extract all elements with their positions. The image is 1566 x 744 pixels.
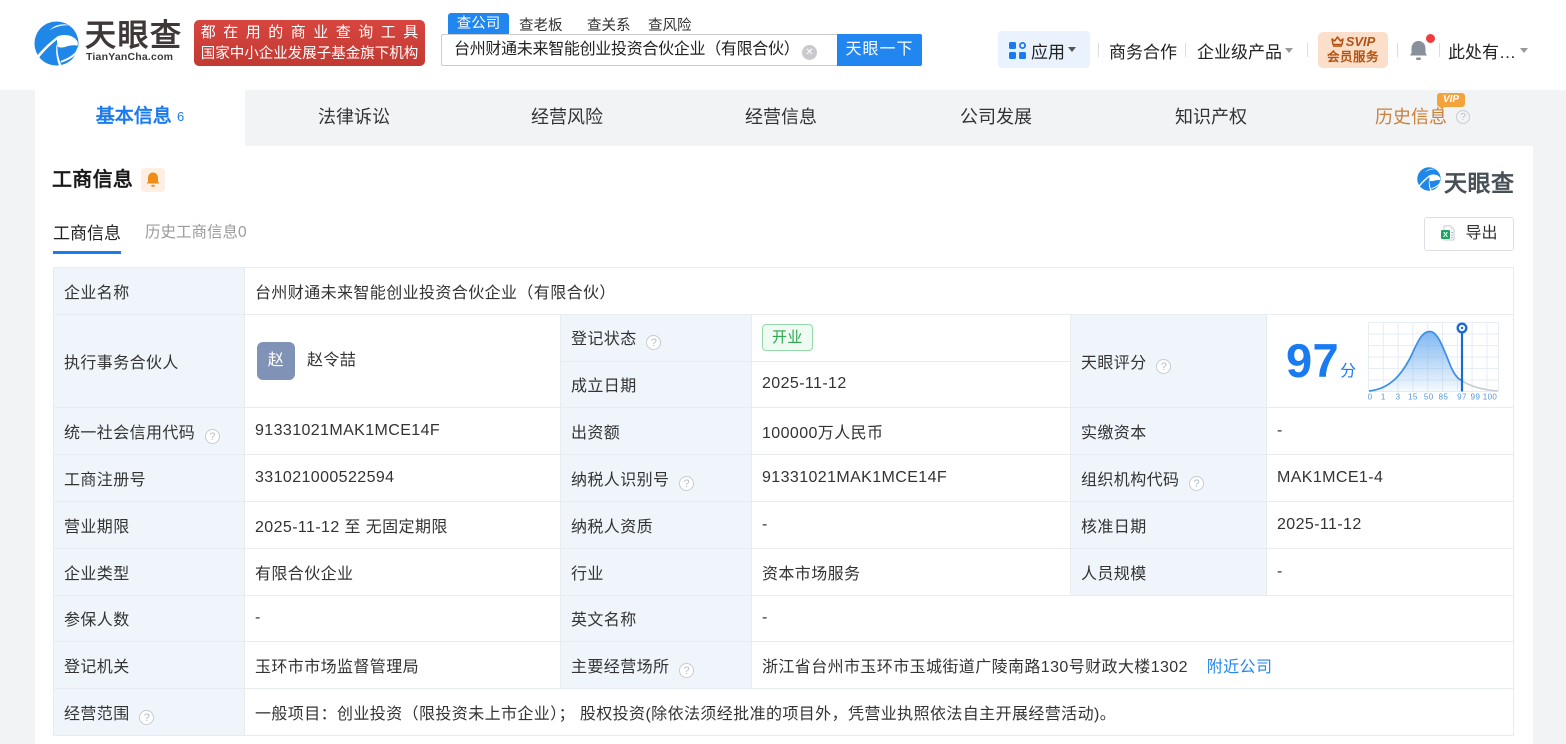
svg-text:3: 3 bbox=[1395, 393, 1400, 401]
svg-text:100: 100 bbox=[1482, 393, 1497, 401]
svg-text:X: X bbox=[1443, 230, 1448, 239]
svg-text:15: 15 bbox=[1408, 393, 1418, 401]
svg-text:85: 85 bbox=[1438, 393, 1448, 401]
svg-text:50: 50 bbox=[1423, 393, 1433, 401]
svg-text:1: 1 bbox=[1380, 393, 1385, 401]
svg-text:97: 97 bbox=[1457, 393, 1467, 401]
svg-text:99: 99 bbox=[1470, 393, 1480, 401]
svg-text:0: 0 bbox=[1368, 393, 1373, 401]
